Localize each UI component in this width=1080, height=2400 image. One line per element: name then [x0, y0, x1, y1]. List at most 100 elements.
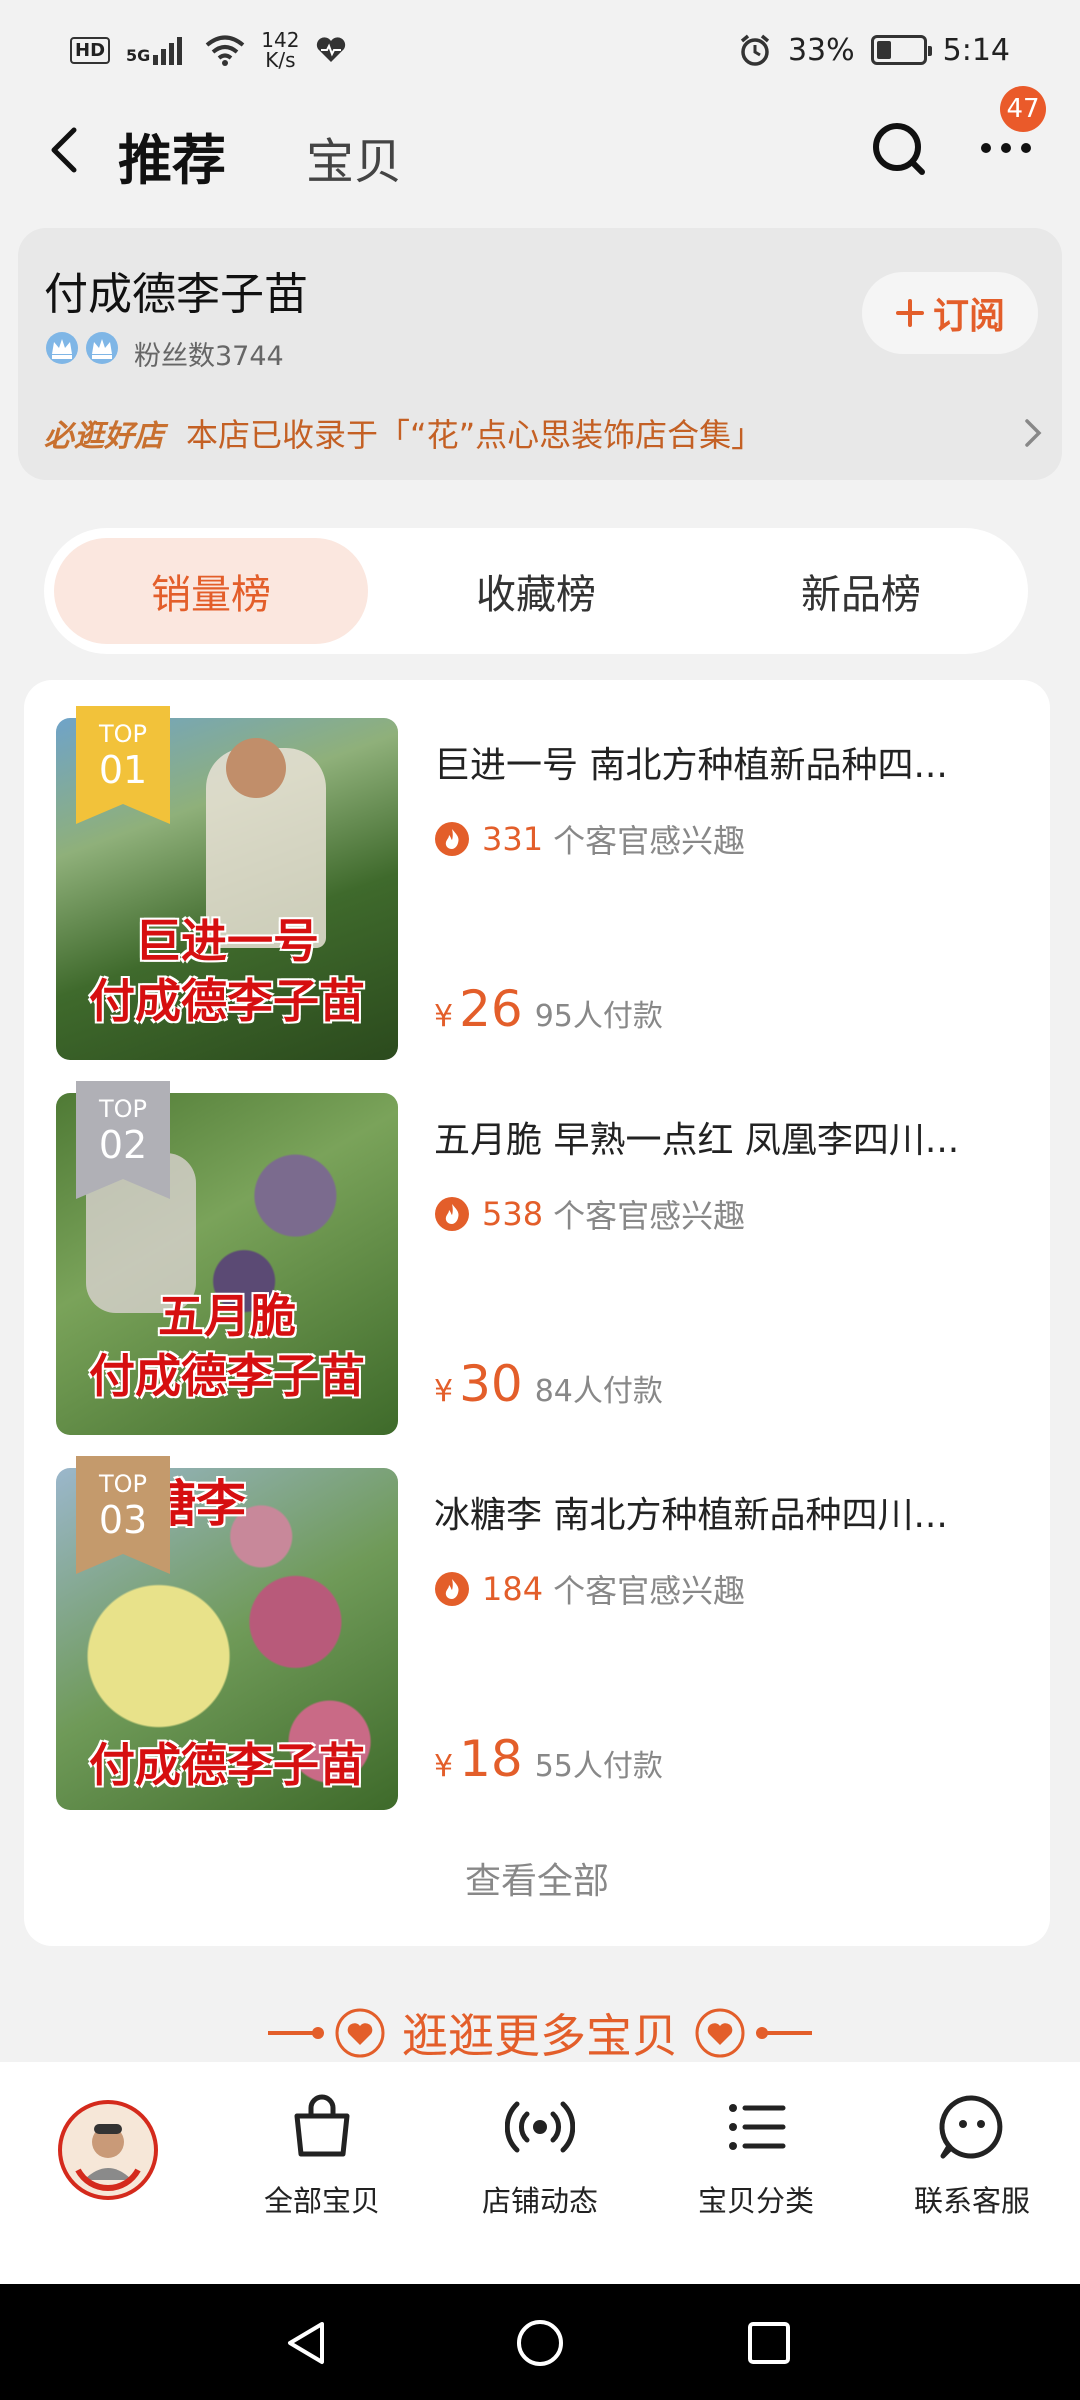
tab-favorites-rank[interactable]: 收藏榜 — [379, 538, 693, 644]
recents-square-icon[interactable] — [744, 2318, 794, 2368]
list-item[interactable]: 巨进一号 付成德李子苗 TOP 01 巨进一号 南北方种植新品种四... 331… — [56, 706, 1016, 1062]
currency-symbol: ¥ — [434, 999, 454, 1034]
fire-icon — [435, 1197, 469, 1231]
shop-card[interactable]: 付成德李子苗 粉丝数3744 订阅 必逛好店 本店已收录于「“花”点心思装饰店合… — [18, 228, 1062, 480]
list-item[interactable]: 五月脆 付成德李子苗 TOP 02 五月脆 早熟一点红 凤凰李四川... 538… — [56, 1081, 1016, 1437]
plus-icon — [895, 299, 924, 327]
promo-tag: 必逛好店 — [44, 419, 164, 454]
decor-line-left — [268, 2027, 324, 2039]
tab-items[interactable]: 宝贝 — [306, 122, 402, 192]
fire-icon — [435, 822, 469, 856]
subscribe-label: 订阅 — [932, 296, 1005, 337]
nav-customer-service[interactable]: 联系客服 — [872, 2092, 1072, 2220]
alarm-icon — [740, 34, 770, 66]
back-triangle-icon[interactable] — [282, 2318, 332, 2368]
nav-label: 店铺动态 — [481, 2184, 598, 2218]
decor-line-right — [756, 2027, 812, 2039]
image-caption-2: 付成德李子苗 — [89, 1349, 365, 1403]
rank-label: TOP — [98, 1470, 148, 1498]
rank-badge: TOP 03 — [76, 1456, 170, 1574]
fire-icon — [435, 1572, 469, 1606]
shop-name: 付成德李子苗 — [44, 269, 308, 320]
battery-icon — [870, 35, 932, 65]
nav-categories[interactable]: 宝贝分类 — [656, 2092, 856, 2220]
image-caption-2: 付成德李子苗 — [89, 1738, 365, 1792]
currency-symbol: ¥ — [434, 1749, 454, 1784]
chat-icon — [939, 2095, 1003, 2159]
tab-new-rank[interactable]: 新品榜 — [704, 538, 1018, 644]
clock: 5:14 — [942, 32, 1010, 68]
rank-badge: TOP 02 — [76, 1081, 170, 1199]
nav-label: 宝贝分类 — [697, 2184, 814, 2218]
rank-number: 01 — [98, 748, 148, 792]
rank-label: TOP — [98, 720, 148, 748]
nav-all-items[interactable]: 全部宝贝 — [222, 2092, 422, 2220]
price: 30 — [459, 1355, 523, 1413]
product-title: 五月脆 早熟一点红 凤凰李四川... — [434, 1120, 960, 1161]
header: 推荐 宝贝 — [0, 100, 1080, 200]
status-right: 33% 5:14 — [738, 33, 1010, 68]
crown-icon — [86, 332, 118, 364]
price-row: ¥ 26 95人付款 — [434, 980, 663, 1038]
search-icon[interactable] — [870, 120, 928, 178]
list-icon — [729, 2104, 786, 2150]
status-left: HD 5G 142 K/s — [70, 30, 347, 70]
status-bar: HD 5G 142 K/s 33% 5:14 — [0, 0, 1080, 100]
rank-number: 02 — [98, 1123, 148, 1167]
image-caption-2: 付成德李子苗 — [89, 974, 365, 1028]
product-title: 巨进一号 南北方种植新品种四... — [434, 745, 948, 786]
system-nav-bar — [0, 2284, 1080, 2400]
back-icon[interactable] — [44, 124, 84, 176]
network-speed: 142 K/s — [261, 30, 299, 70]
product-title: 冰糖李 南北方种植新品种四川... — [434, 1495, 948, 1536]
interest-row: 184 个客官感兴趣 — [434, 1566, 745, 1612]
tab-recommend[interactable]: 推荐 — [118, 116, 226, 195]
heart-pulse-icon — [317, 37, 346, 62]
tab-sales-rank[interactable]: 销量榜 — [54, 538, 368, 644]
price: 18 — [459, 1730, 523, 1788]
hd-indicator: HD — [70, 36, 111, 64]
fans-count: 粉丝数3744 — [134, 341, 284, 372]
rank-tabs: 销量榜 收藏榜 新品榜 — [44, 528, 1028, 654]
paid-count: 84人付款 — [534, 1374, 663, 1409]
nav-label: 联系客服 — [913, 2184, 1030, 2218]
interest-count: 538 — [482, 1195, 544, 1233]
price-row: ¥ 18 55人付款 — [434, 1730, 663, 1788]
heart-icon — [695, 2008, 745, 2058]
nav-shop-updates[interactable]: 店铺动态 — [440, 2092, 640, 2220]
speed-unit: K/s — [265, 48, 296, 72]
more-items-banner[interactable]: 逛逛更多宝贝 — [0, 1998, 1080, 2068]
notification-badge: 47 — [1000, 86, 1046, 132]
battery-fill — [876, 41, 892, 59]
interest-count: 331 — [482, 820, 544, 858]
list-item[interactable]: 糖李 付成德李子苗 TOP 03 冰糖李 南北方种植新品种四川... 184 个… — [56, 1456, 1016, 1812]
paid-count: 55人付款 — [534, 1749, 663, 1784]
more-items-label: 逛逛更多宝贝 — [402, 2009, 678, 2063]
bag-icon — [294, 2094, 350, 2157]
currency-symbol: ¥ — [434, 1374, 454, 1409]
subscribe-button[interactable]: 订阅 — [862, 272, 1038, 354]
promo-text: 本店已收录于「“花”点心思装饰店合集」 — [186, 416, 764, 454]
price-row: ¥ 30 84人付款 — [434, 1355, 663, 1413]
promo-row[interactable]: 必逛好店 本店已收录于「“花”点心思装饰店合集」 — [44, 410, 1044, 456]
image-caption-1: 五月脆 — [158, 1289, 296, 1343]
interest-row: 538 个客官感兴趣 — [434, 1191, 745, 1237]
shop-avatar[interactable] — [58, 2100, 158, 2200]
network-type: 5G — [126, 46, 151, 65]
wifi-icon — [206, 35, 245, 66]
home-circle-icon[interactable] — [515, 2318, 565, 2368]
ranking-list: 巨进一号 付成德李子苗 TOP 01 巨进一号 南北方种植新品种四... 331… — [24, 680, 1050, 1946]
price: 26 — [459, 980, 523, 1038]
view-all-link[interactable]: 查看全部 — [24, 1852, 1050, 1904]
paid-count: 95人付款 — [534, 999, 663, 1034]
interest-text: 个客官感兴趣 — [553, 822, 746, 860]
interest-row: 331 个客官感兴趣 — [434, 816, 745, 862]
crown-icon — [46, 332, 78, 364]
nav-label: 全部宝贝 — [263, 2184, 380, 2218]
more-icon[interactable] — [978, 136, 1034, 160]
interest-text: 个客官感兴趣 — [553, 1572, 746, 1610]
signal-icon: 5G — [126, 35, 189, 65]
broadcast-icon — [505, 2101, 575, 2153]
battery-percent: 33% — [787, 32, 855, 68]
heart-icon — [335, 2008, 385, 2058]
